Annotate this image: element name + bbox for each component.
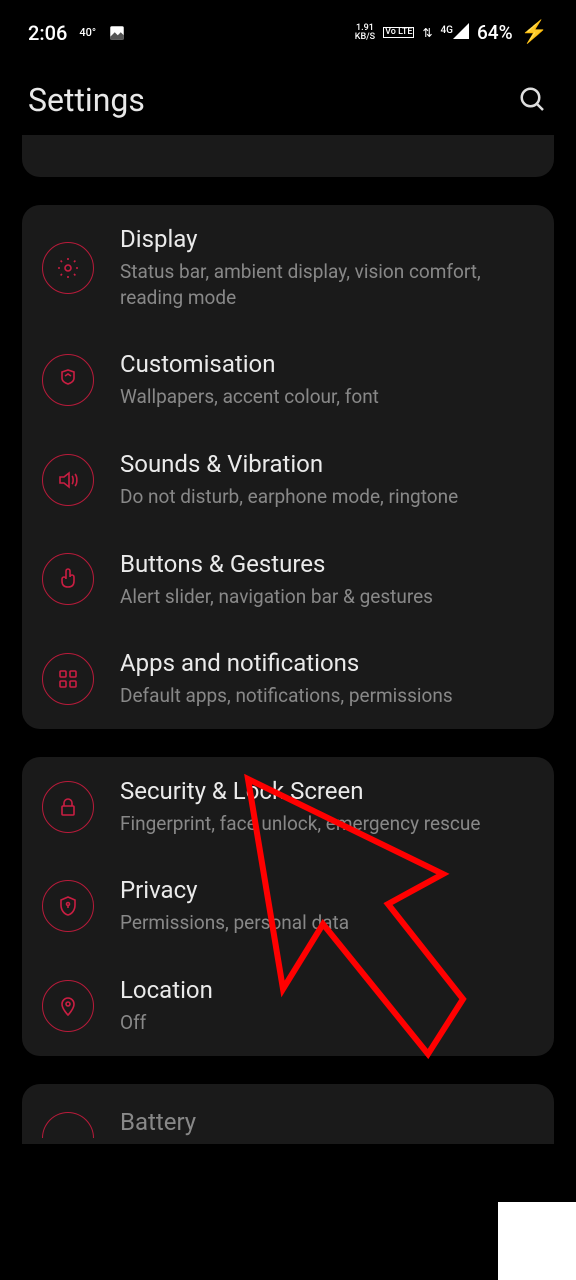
item-subtitle: Alert slider, navigation bar & gestures: [120, 584, 534, 610]
settings-item-customisation[interactable]: Customisation Wallpapers, accent colour,…: [22, 330, 554, 430]
status-left: 2:06 40°: [28, 21, 126, 45]
network-indicator: 4G: [441, 21, 470, 44]
item-title: Apps and notifications: [120, 649, 534, 677]
card-partial-bottom[interactable]: Battery: [22, 1084, 554, 1144]
item-title: Location: [120, 976, 534, 1004]
settings-item-location[interactable]: Location Off: [22, 956, 554, 1056]
volte-icon: Vo LTE: [383, 27, 414, 38]
settings-group-2: Security & Lock Screen Fingerprint, face…: [22, 757, 554, 1056]
shield-icon: [42, 880, 94, 932]
card-partial-top[interactable]: [22, 135, 554, 177]
sounds-icon: [42, 454, 94, 506]
settings-item-apps[interactable]: Apps and notifications Default apps, not…: [22, 629, 554, 729]
apps-icon: [42, 653, 94, 705]
settings-item-security[interactable]: Security & Lock Screen Fingerprint, face…: [22, 757, 554, 857]
settings-item-privacy[interactable]: Privacy Permissions, personal data: [22, 856, 554, 956]
item-subtitle: Default apps, notifications, permissions: [120, 683, 534, 709]
item-title: Privacy: [120, 876, 534, 904]
status-right: 1.91 KB/S Vo LTE ⇅ 4G 64% ⚡: [355, 20, 548, 45]
page-title: Settings: [28, 81, 145, 119]
item-title: Buttons & Gestures: [120, 550, 534, 578]
item-title: Display: [120, 225, 534, 253]
item-title: Security & Lock Screen: [120, 777, 534, 805]
settings-item-battery[interactable]: Battery: [42, 1108, 196, 1142]
image-icon: [108, 24, 126, 42]
lock-icon: [42, 781, 94, 833]
charging-icon: ⚡: [521, 20, 548, 45]
battery-icon: [42, 1112, 94, 1138]
item-subtitle: Fingerprint, face unlock, emergency resc…: [120, 811, 534, 837]
updown-icon: ⇅: [422, 26, 432, 40]
item-title: Sounds & Vibration: [120, 450, 534, 478]
gestures-icon: [42, 553, 94, 605]
battery-percent: 64%: [477, 21, 513, 44]
display-icon: [42, 242, 94, 294]
search-icon[interactable]: [518, 85, 548, 115]
settings-item-gestures[interactable]: Buttons & Gestures Alert slider, navigat…: [22, 530, 554, 630]
header: Settings: [0, 55, 576, 139]
item-subtitle: Wallpapers, accent colour, font: [120, 384, 534, 410]
item-title: Customisation: [120, 350, 534, 378]
item-subtitle: Do not disturb, earphone mode, ringtone: [120, 484, 534, 510]
item-subtitle: Off: [120, 1010, 534, 1036]
white-block: [498, 1202, 576, 1280]
status-bar: 2:06 40° 1.91 KB/S Vo LTE ⇅ 4G 64% ⚡: [0, 0, 576, 55]
status-time: 2:06: [28, 21, 67, 45]
settings-item-display[interactable]: Display Status bar, ambient display, vis…: [22, 205, 554, 330]
item-subtitle: Status bar, ambient display, vision comf…: [120, 259, 534, 310]
settings-item-sounds[interactable]: Sounds & Vibration Do not disturb, earph…: [22, 430, 554, 530]
location-icon: [42, 980, 94, 1032]
item-title: Battery: [120, 1108, 196, 1136]
settings-group-1: Display Status bar, ambient display, vis…: [22, 205, 554, 729]
customisation-icon: [42, 354, 94, 406]
signal-icon: [453, 23, 469, 39]
item-subtitle: Permissions, personal data: [120, 910, 534, 936]
status-netspeed: 1.91 KB/S: [355, 24, 375, 42]
settings-list: Display Status bar, ambient display, vis…: [0, 135, 576, 1144]
status-temp: 40°: [79, 27, 96, 38]
